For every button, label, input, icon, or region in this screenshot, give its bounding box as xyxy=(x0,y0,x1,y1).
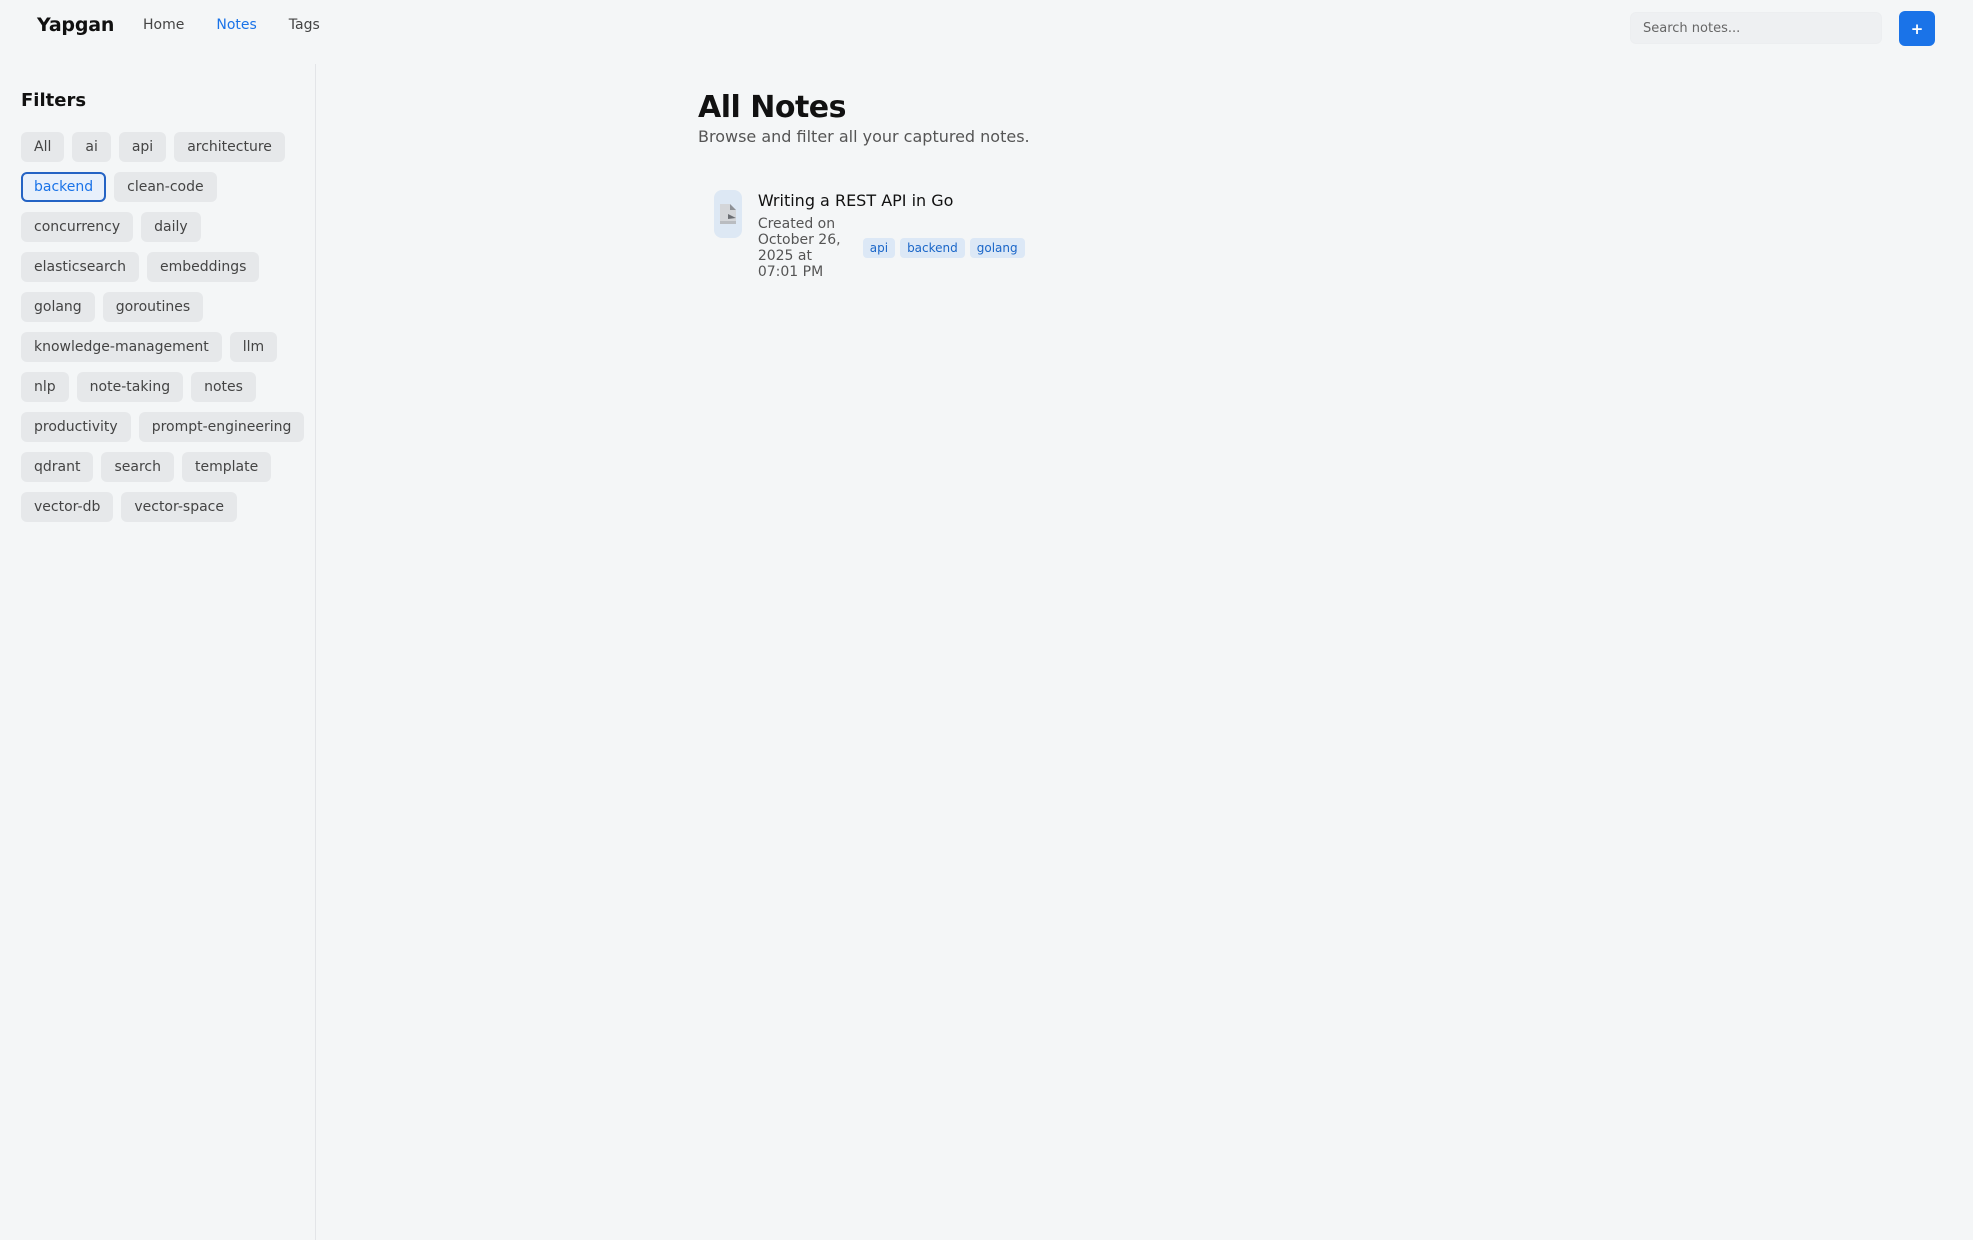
filter-chip-ai[interactable]: ai xyxy=(72,132,111,162)
nav-tags[interactable]: Tags xyxy=(289,17,320,33)
filters-title: Filters xyxy=(21,90,87,111)
filter-chip-productivity[interactable]: productivity xyxy=(21,412,131,442)
filter-chip-backend[interactable]: backend xyxy=(21,172,107,202)
filter-chip-vector-db[interactable]: vector-db xyxy=(21,492,114,522)
page-title: All Notes xyxy=(698,90,846,125)
top-bar: Yapgan Home Notes Tags + xyxy=(0,0,1973,56)
filter-chip-qdrant[interactable]: qdrant xyxy=(21,452,94,482)
note-body: Writing a REST API in Go Created on Octo… xyxy=(758,190,1030,280)
brand-logo[interactable]: Yapgan xyxy=(37,14,114,36)
search-input[interactable] xyxy=(1630,12,1882,44)
filter-chip-goroutines[interactable]: goroutines xyxy=(102,292,204,322)
nav-home[interactable]: Home xyxy=(143,17,184,33)
filter-chip-vector-space[interactable]: vector-space xyxy=(121,492,237,522)
filter-chip-architecture[interactable]: architecture xyxy=(174,132,285,162)
note-created-date: Created on October 26, 2025 at 07:01 PM xyxy=(757,216,841,280)
document-icon xyxy=(714,190,742,238)
filter-chip-template[interactable]: template xyxy=(182,452,272,482)
page-subtitle: Browse and filter all your captured note… xyxy=(698,127,1030,146)
filter-chip-nlp[interactable]: nlp xyxy=(21,372,69,402)
filter-chip-daily[interactable]: daily xyxy=(141,212,201,242)
add-note-button[interactable]: + xyxy=(1899,11,1935,46)
note-tag-backend[interactable]: backend xyxy=(900,238,965,258)
note-tag-api[interactable]: api xyxy=(862,238,896,258)
filter-chip-concurrency[interactable]: concurrency xyxy=(21,212,134,242)
note-tag-golang[interactable]: golang xyxy=(969,238,1025,258)
filter-chip-notes[interactable]: notes xyxy=(191,372,256,402)
main-content: All Notes Browse and filter all your cap… xyxy=(698,90,1030,280)
filter-chip-clean-code[interactable]: clean-code xyxy=(114,172,217,202)
filter-chip-all[interactable]: All xyxy=(21,132,65,162)
filter-chip-list: All ai api architecture backend clean-co… xyxy=(21,132,311,522)
filter-chip-llm[interactable]: llm xyxy=(229,332,278,362)
filter-chip-api[interactable]: api xyxy=(118,132,167,162)
filter-chip-search[interactable]: search xyxy=(101,452,174,482)
main-nav: Home Notes Tags xyxy=(143,17,352,33)
filter-chip-prompt-engineering[interactable]: prompt-engineering xyxy=(138,412,305,442)
filters-sidebar: Filters All ai api architecture backend … xyxy=(0,64,316,1240)
nav-notes[interactable]: Notes xyxy=(216,17,256,33)
note-list-item[interactable]: Writing a REST API in Go Created on Octo… xyxy=(714,190,1030,280)
note-meta: Created on October 26, 2025 at 07:01 PM … xyxy=(758,216,1030,280)
filter-chip-embeddings[interactable]: embeddings xyxy=(146,252,260,282)
note-title[interactable]: Writing a REST API in Go xyxy=(758,191,1030,210)
filter-chip-elasticsearch[interactable]: elasticsearch xyxy=(21,252,139,282)
filter-chip-golang[interactable]: golang xyxy=(21,292,95,322)
filter-chip-knowledge-management[interactable]: knowledge-management xyxy=(21,332,222,362)
filter-chip-note-taking[interactable]: note-taking xyxy=(76,372,184,402)
